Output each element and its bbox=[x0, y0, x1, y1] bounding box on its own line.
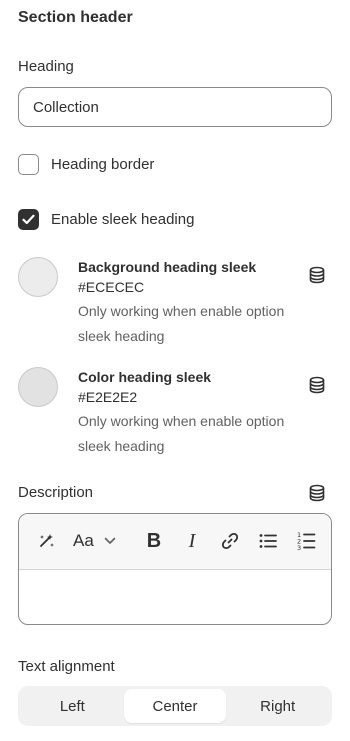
color-hex-value[interactable]: #E2E2E2 bbox=[78, 387, 328, 407]
bullet-list-icon bbox=[259, 534, 277, 548]
description-textarea[interactable] bbox=[19, 570, 331, 624]
color-title: Background heading sleek bbox=[78, 259, 257, 275]
help-line: Only working when enable option bbox=[78, 413, 285, 429]
align-left-option[interactable]: Left bbox=[21, 689, 124, 723]
help-line: sleek heading bbox=[78, 438, 165, 454]
heading-border-checkbox[interactable] bbox=[18, 153, 39, 175]
heading-label: Heading bbox=[18, 58, 74, 75]
database-icon[interactable] bbox=[308, 266, 326, 284]
link-icon bbox=[221, 532, 239, 550]
database-icon[interactable] bbox=[308, 484, 326, 502]
color-title: Color heading sleek bbox=[78, 369, 212, 385]
text-style-dropdown[interactable]: Aa bbox=[73, 528, 127, 554]
color-hex-value[interactable]: #ECECEC bbox=[78, 277, 328, 297]
bold-icon: B bbox=[146, 529, 162, 552]
numbered-list-button[interactable]: 1 2 3 bbox=[293, 528, 319, 554]
text-alignment-label: Text alignment bbox=[18, 658, 115, 675]
align-center-option[interactable]: Center bbox=[123, 689, 227, 723]
heading-border-label: Heading border bbox=[51, 155, 155, 173]
color-help-text: Only working when enable option sleek he… bbox=[78, 409, 328, 459]
description-label: Description bbox=[18, 484, 94, 501]
chevron-down-icon bbox=[104, 537, 116, 544]
help-line: sleek heading bbox=[78, 328, 165, 344]
align-right-option[interactable]: Right bbox=[226, 689, 329, 723]
bullet-list-button[interactable] bbox=[255, 528, 281, 554]
heading-input[interactable]: Collection bbox=[18, 87, 332, 127]
editor-toolbar: Aa B I 1 2 3 bbox=[19, 514, 331, 570]
text-alignment-segmented-control: Left Center Right bbox=[18, 686, 332, 726]
italic-button[interactable]: I bbox=[179, 528, 205, 554]
checkmark-icon bbox=[22, 214, 35, 224]
sleek-heading-label: Enable sleek heading bbox=[51, 210, 195, 228]
section-title: Section header bbox=[18, 9, 133, 26]
color-help-text: Only working when enable option sleek he… bbox=[78, 299, 328, 349]
color-heading-setting: Color heading sleek #E2E2E2 Only working… bbox=[78, 367, 328, 459]
magic-icon[interactable] bbox=[33, 528, 61, 554]
sleek-heading-checkbox[interactable] bbox=[18, 208, 39, 230]
background-heading-setting: Background heading sleek #ECECEC Only wo… bbox=[78, 257, 328, 349]
numbered-list-icon: 1 2 3 bbox=[297, 531, 316, 552]
bold-button[interactable]: B bbox=[141, 528, 167, 554]
link-button[interactable] bbox=[217, 528, 243, 554]
database-icon[interactable] bbox=[308, 376, 326, 394]
color-heading-swatch[interactable] bbox=[18, 367, 58, 407]
heading-border-checkbox-row[interactable]: Heading border bbox=[18, 153, 154, 175]
background-heading-swatch[interactable] bbox=[18, 257, 58, 297]
sleek-heading-checkbox-row[interactable]: Enable sleek heading bbox=[18, 208, 194, 230]
help-line: Only working when enable option bbox=[78, 303, 285, 319]
heading-input-value: Collection bbox=[33, 98, 99, 116]
italic-icon: I bbox=[188, 529, 196, 552]
text-style-icon: Aa bbox=[73, 531, 94, 550]
svg-text:3: 3 bbox=[297, 544, 301, 552]
description-editor: Aa B I 1 2 3 bbox=[18, 513, 332, 625]
